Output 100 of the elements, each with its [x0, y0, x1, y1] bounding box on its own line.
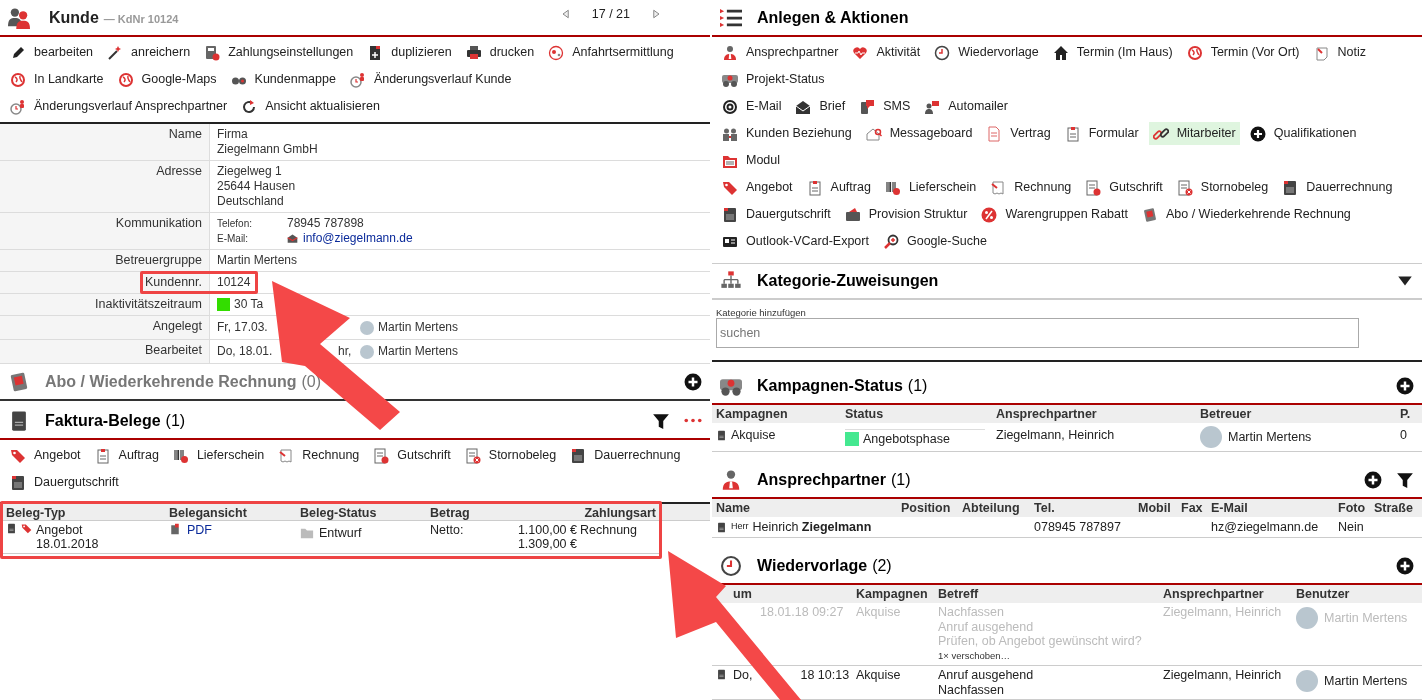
table-cell-text: Anruf ausgehend [938, 619, 1035, 634]
action-button[interactable]: Dauergutschrift [6, 471, 123, 494]
table-cell-text: 0 [1400, 427, 1408, 444]
add-button[interactable] [1364, 470, 1382, 489]
table-cell-text: hz@ziegelmann.de [1211, 518, 1320, 536]
action-button[interactable]: Änderungsverlauf Ansprechpartner [6, 95, 232, 118]
avatar [1200, 426, 1222, 448]
action-button[interactable]: Google-Suche [878, 230, 991, 253]
add-button[interactable] [684, 372, 702, 391]
action-button[interactable]: Termin (Im Haus) [1048, 41, 1177, 64]
action-button[interactable]: Formular [1060, 122, 1143, 145]
action-button[interactable]: Kunden Beziehung [718, 122, 856, 145]
action-button[interactable]: In Landkarte [6, 68, 108, 91]
phone-message-icon [859, 98, 876, 115]
envelope-icon [287, 233, 298, 244]
action-button[interactable]: E-Mail [718, 95, 786, 118]
action-button[interactable]: SMS [855, 95, 915, 118]
table-cell: 18 10:13 [800, 668, 850, 683]
action-button[interactable]: Stornobeleg [460, 444, 561, 467]
action-button[interactable]: Modul [718, 149, 785, 172]
field-value: Deutschland [217, 194, 285, 209]
action-button[interactable]: Brief [791, 95, 850, 118]
receipt-icon [278, 447, 295, 464]
filter-button[interactable] [652, 411, 670, 430]
action-button[interactable]: Qualifikationen [1245, 122, 1361, 145]
action-button[interactable]: Projekt-Status [718, 68, 829, 91]
column-header: Betrag [430, 505, 471, 522]
action-button[interactable]: Angebot [718, 176, 797, 199]
add-button[interactable] [1396, 556, 1414, 575]
action-button[interactable]: drucken [461, 41, 539, 64]
printer-icon [465, 44, 482, 61]
action-button[interactable]: duplizieren [363, 41, 456, 64]
action-button[interactable]: Wiedervorlage [930, 41, 1043, 64]
table-cell: 18.01.2018 [36, 537, 99, 551]
magnifier-icon [882, 233, 899, 250]
link-icon [1152, 125, 1169, 142]
field-label: E-Mail: [217, 232, 250, 246]
action-button[interactable]: Änderungsverlauf Kunde [345, 68, 516, 91]
file-icon [169, 523, 181, 535]
action-button[interactable]: Automailer [920, 95, 1012, 118]
table-cell-text: Rechnung [580, 523, 638, 539]
next-button[interactable] [650, 8, 662, 21]
action-button[interactable]: Rechnung [986, 176, 1076, 199]
action-button[interactable]: Google-Maps [113, 68, 221, 91]
more-button[interactable] [684, 418, 702, 423]
barcode-icon [172, 447, 189, 464]
person-icon [722, 44, 738, 61]
action-button[interactable]: Kundenmappe [226, 68, 340, 91]
globe-icon [10, 71, 26, 88]
action-button[interactable]: Ansicht aktualisieren [237, 95, 384, 118]
action-button[interactable]: Outlook-VCard-Export [718, 230, 873, 253]
action-button[interactable]: Angebot [6, 444, 85, 467]
category-search-field[interactable]: suchen [716, 318, 1359, 348]
column-header: E-Mail [1211, 500, 1249, 518]
action-button[interactable]: Aktivität [848, 41, 925, 64]
document-cancel-icon [464, 447, 481, 464]
booklet-icon [1141, 206, 1158, 223]
note-text: 1× verschoben… [938, 648, 1012, 663]
field-value: 25644 Hausen [217, 179, 297, 194]
field-label: Name [168, 127, 202, 141]
pencil-icon [10, 44, 26, 61]
filter-icon [1396, 470, 1414, 489]
clipboard-icon [94, 447, 111, 464]
action-button[interactable]: Auftrag [802, 176, 875, 199]
action-button[interactable]: Provision Struktur [840, 203, 972, 226]
filter-button[interactable] [1396, 470, 1414, 489]
action-button[interactable]: Rechnung [274, 444, 364, 467]
column-header: um [732, 586, 753, 603]
section-title: Kampagnen-Status [757, 375, 903, 396]
table-cell-text: Ziegelmann, Heinrich [1163, 668, 1283, 684]
action-button[interactable]: Mitarbeiter [1148, 122, 1240, 145]
action-button[interactable]: Stornobeleg [1172, 176, 1273, 199]
action-button[interactable]: Lieferschein [880, 176, 981, 199]
action-button[interactable]: bearbeiten [6, 41, 98, 64]
action-button[interactable]: Anfahrtsermittlung [544, 41, 678, 64]
user-name: Martin Mertens [1324, 610, 1408, 626]
action-button[interactable]: Termin (Vor Ort) [1182, 41, 1304, 64]
action-button[interactable]: Zahlungseinstellungen [200, 41, 358, 64]
pdf-link[interactable]: PDF [187, 523, 212, 537]
action-button[interactable]: Notiz [1309, 41, 1370, 64]
action-button[interactable]: Vertrag [982, 122, 1055, 145]
globe-icon [1186, 44, 1203, 61]
action-button[interactable]: Gutschrift [369, 444, 455, 467]
action-button[interactable]: Gutschrift [1081, 176, 1167, 199]
action-button[interactable]: Abo / Wiederkehrende Rechnung [1137, 203, 1355, 226]
contact-name: Heinrich Ziegelmann [752, 518, 872, 536]
action-button[interactable]: anreichern [103, 41, 195, 64]
action-button[interactable]: Dauerrechnung [1278, 176, 1397, 199]
action-button[interactable]: Ansprechpartner [718, 41, 843, 64]
table-cell: 1.100,00 € [517, 523, 577, 537]
action-button[interactable]: Lieferschein [168, 444, 269, 467]
item-count: (1) [907, 375, 928, 396]
action-button[interactable]: Dauerrechnung [566, 444, 685, 467]
email-link[interactable]: info@ziegelmann.de [303, 231, 413, 246]
action-button[interactable]: Messageboard [861, 122, 977, 145]
action-button[interactable]: Dauergutschrift [718, 203, 835, 226]
filter-icon [652, 411, 670, 430]
add-button[interactable] [1396, 376, 1414, 395]
action-button[interactable]: Warengruppen Rabatt [977, 203, 1132, 226]
action-button[interactable]: Auftrag [90, 444, 163, 467]
